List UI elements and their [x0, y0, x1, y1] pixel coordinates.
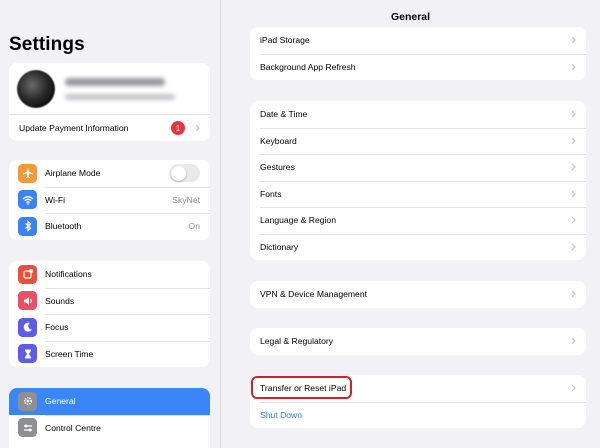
connectivity-group: Airplane Mode Wi-Fi SkyNet Bluetooth On [9, 160, 210, 240]
update-payment-label: Update Payment Information [19, 123, 129, 133]
account-name-blurred [65, 77, 175, 100]
blurred-name [65, 77, 165, 86]
chevron-right-icon [571, 63, 576, 71]
moon-icon [18, 317, 37, 337]
storage-group: iPad Storage Background App Refresh [250, 27, 586, 80]
bluetooth-icon [18, 216, 37, 236]
sidebar-item-screen-time[interactable]: Screen Time [9, 340, 210, 368]
airplane-icon [18, 163, 37, 183]
locale-group: Date & Time Keyboard Gestures Fonts Lang… [250, 101, 586, 260]
sidebar-item-label: Sounds [45, 295, 75, 306]
setting-label: Fonts [260, 188, 282, 199]
notifications-group: Notifications Sounds Focus Screen Time [9, 261, 210, 367]
hourglass-icon [18, 344, 37, 364]
sidebar-title: Settings [9, 34, 85, 55]
sidebar-item-airplane-mode[interactable]: Airplane Mode [9, 160, 210, 187]
setting-label: VPN & Device Management [260, 289, 367, 300]
chevron-right-icon [571, 163, 576, 171]
sidebar-item-label: Bluetooth [45, 221, 82, 232]
setting-row-vpn-device-management[interactable]: VPN & Device Management [250, 281, 586, 308]
highlight-annotation [251, 376, 352, 399]
setting-label: Background App Refresh [260, 61, 356, 72]
sidebar-item-label: Notifications [45, 269, 92, 280]
chevron-right-icon [571, 216, 576, 224]
chevron-right-icon [571, 190, 576, 198]
setting-row-date-time[interactable]: Date & Time [250, 101, 586, 128]
speaker-icon [18, 291, 37, 311]
sidebar-item-label: Focus [45, 322, 69, 333]
setting-label: Date & Time [260, 109, 308, 120]
setting-row-language-region[interactable]: Language & Region [250, 207, 586, 234]
setting-label: Language & Region [260, 215, 336, 226]
update-payment-row[interactable]: Update Payment Information 1 [9, 114, 210, 141]
sidebar: Settings Update Payment Information 1 Ai… [0, 0, 220, 448]
wifi-network-value: SkyNet [172, 194, 200, 205]
sidebar-item-bluetooth[interactable]: Bluetooth On [9, 213, 210, 240]
vpn-group: VPN & Device Management [250, 281, 586, 308]
sidebar-item-wifi[interactable]: Wi-Fi SkyNet [9, 186, 210, 214]
sidebar-item-focus[interactable]: Focus [9, 314, 210, 341]
setting-row-fonts[interactable]: Fonts [250, 180, 586, 208]
sidebar-item-label: Airplane Mode [45, 168, 101, 179]
chevron-right-icon [571, 243, 576, 251]
general-group: General Control Centre [9, 388, 210, 448]
blurred-subtitle [65, 93, 175, 100]
sidebar-item-label: Control Centre [45, 422, 101, 433]
chevron-right-icon [195, 124, 200, 132]
shut-down-button[interactable]: Shut Down [250, 401, 586, 429]
notification-badge: 1 [171, 121, 185, 135]
chevron-right-icon [571, 36, 576, 44]
sidebar-item-label: Screen Time [45, 348, 94, 359]
sidebar-item-label: General [45, 396, 76, 407]
bluetooth-status-value: On [188, 221, 200, 232]
bell-icon [18, 264, 37, 284]
sliders-icon [18, 418, 37, 438]
chevron-right-icon [571, 290, 576, 298]
page-title: General [390, 11, 431, 23]
setting-row-keyboard[interactable]: Keyboard [250, 127, 586, 155]
wifi-icon [18, 190, 37, 210]
setting-label: Dictionary [260, 241, 299, 252]
account-profile-row[interactable] [9, 63, 210, 114]
toggle-knob [170, 165, 186, 181]
setting-label: Gestures [260, 162, 295, 173]
setting-row-dictionary[interactable]: Dictionary [250, 233, 586, 261]
legal-group: Legal & Regulatory [250, 328, 586, 355]
setting-label: Legal & Regulatory [260, 336, 334, 347]
chevron-right-icon [571, 384, 576, 392]
sidebar-item-control-centre[interactable]: Control Centre [9, 414, 210, 442]
setting-row-background-app-refresh[interactable]: Background App Refresh [250, 53, 586, 81]
chevron-right-icon [571, 337, 576, 345]
setting-label: iPad Storage [260, 35, 310, 46]
sidebar-item-notifications[interactable]: Notifications [9, 261, 210, 288]
chevron-right-icon [571, 137, 576, 145]
chevron-right-icon [571, 110, 576, 118]
account-card: Update Payment Information 1 [9, 63, 210, 141]
setting-row-ipad-storage[interactable]: iPad Storage [250, 27, 586, 54]
setting-row-legal-regulatory[interactable]: Legal & Regulatory [250, 328, 586, 355]
sidebar-item-label: Wi-Fi [45, 194, 66, 205]
avatar [17, 69, 55, 108]
sidebar-item-sounds[interactable]: Sounds [9, 287, 210, 315]
gear-icon [18, 391, 37, 411]
shut-down-label: Shut Down [260, 409, 303, 420]
setting-label: Keyboard [260, 135, 297, 146]
airplane-mode-toggle[interactable] [169, 164, 200, 183]
setting-row-gestures[interactable]: Gestures [250, 154, 586, 181]
sidebar-item-general[interactable]: General [9, 388, 210, 415]
